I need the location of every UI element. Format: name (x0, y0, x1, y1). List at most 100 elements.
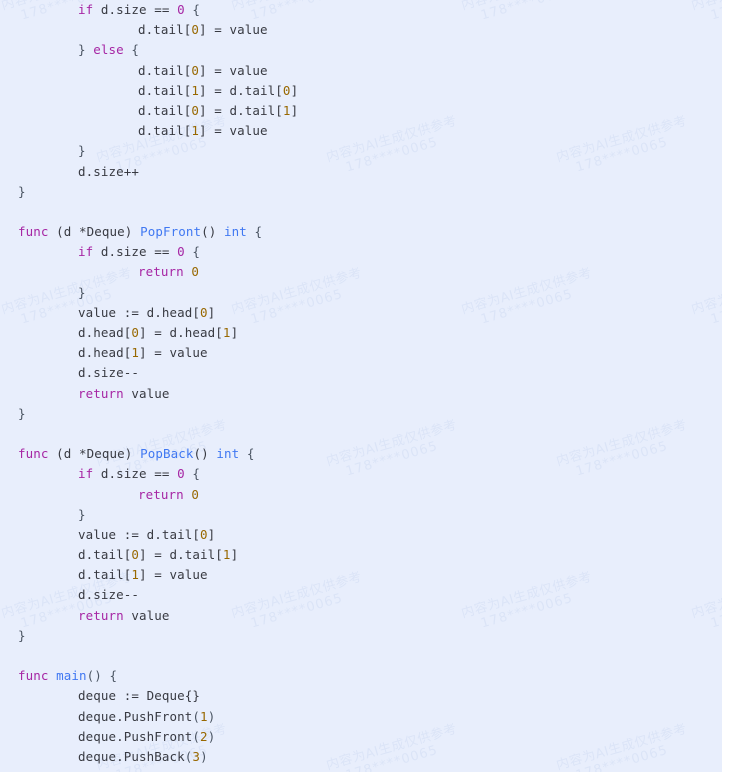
code-token: { (184, 2, 201, 17)
code-token: d.tail[ (138, 82, 192, 98)
code-token: 1 (222, 325, 231, 340)
code-token: if (78, 2, 94, 17)
code-token: d.size-- (78, 365, 140, 381)
code-token: } (78, 284, 86, 300)
code-token: 0 (191, 102, 200, 118)
code-token: ) (200, 748, 208, 764)
code-line: } (0, 505, 722, 525)
code-line: value := d.tail[0] (0, 525, 722, 545)
code-line: func (d *Deque) PopFront() int { (0, 222, 722, 242)
code-token: value := d.head[ (78, 304, 201, 320)
code-token: { (123, 42, 140, 58)
code-line: d.tail[0] = d.tail[1] (0, 545, 722, 565)
code-token: if (78, 466, 94, 482)
code-token: 1 (222, 547, 231, 563)
code-token: (d (48, 446, 80, 462)
code-token: 0 (200, 304, 208, 320)
code-token: { (239, 446, 255, 462)
code-token: ) (124, 224, 141, 240)
code-token: } (18, 405, 26, 421)
code-token: 3 (192, 748, 201, 764)
code-token: ] = d.tail[ (199, 82, 283, 98)
code-token: d.size == (93, 466, 178, 482)
code-token: return (78, 607, 124, 623)
code-token: d.size-- (78, 587, 140, 603)
code-line: deque := Deque{} (0, 686, 722, 706)
code-token: 1 (131, 567, 140, 583)
code-line: } (0, 626, 722, 646)
code-token: deque. (78, 748, 124, 764)
code-line: value := d.head[0] (0, 303, 722, 323)
code-line: } (0, 283, 722, 303)
code-line: d.tail[1] = d.tail[0] (0, 81, 722, 101)
code-token: } (78, 143, 86, 159)
code-token: d.head[ (78, 325, 132, 340)
code-token: 0 (191, 486, 200, 502)
code-line: func main() { (0, 666, 722, 686)
code-line: return value (0, 606, 722, 626)
code-token: d.head[ (78, 345, 132, 361)
code-line: } else { (0, 40, 722, 60)
code-token: ] = value (199, 62, 268, 78)
code-line: d.tail[1] = value (0, 565, 722, 585)
code-token: 0 (200, 526, 208, 542)
code-line: func (d *Deque) PopBack() int { (0, 444, 722, 464)
code-token: d.tail[ (138, 123, 192, 139)
code-token: value := d.tail[ (78, 526, 201, 542)
code-block[interactable]: if d.size == 0 {d.tail[0] = value} else … (0, 0, 722, 767)
code-line: deque.PushFront(2) (0, 727, 722, 747)
code-token: d.tail[ (78, 547, 132, 563)
code-token: () (201, 224, 224, 240)
code-token: () { (86, 668, 118, 684)
code-token: if (78, 244, 94, 260)
code-line: d.head[1] = value (0, 343, 722, 363)
code-token: ] = d.tail[ (139, 547, 223, 563)
code-line: d.size-- (0, 363, 722, 383)
code-token: deque := Deque{} (78, 688, 201, 704)
code-token: { (184, 466, 201, 482)
code-token: { (184, 244, 201, 260)
code-token: ) (124, 446, 141, 462)
code-token: ] (207, 526, 216, 542)
code-line: d.head[0] = d.head[1] (0, 323, 722, 343)
code-line: d.tail[0] = value (0, 61, 722, 81)
code-token: 1 (191, 123, 200, 139)
code-token: 2 (200, 728, 208, 744)
code-line: if d.size == 0 { (0, 242, 722, 262)
code-line: return value (0, 384, 722, 404)
code-token: ) (207, 728, 216, 744)
code-token: d.tail[ (78, 567, 132, 583)
code-token: ) (207, 708, 216, 724)
code-token: 0 (131, 325, 140, 340)
code-token: ] = value (139, 345, 208, 361)
code-line: d.size++ (0, 162, 722, 182)
code-token: ] (290, 82, 299, 98)
code-token: ] (230, 325, 239, 340)
code-token: 0 (177, 466, 185, 482)
code-token: } (18, 627, 26, 643)
code-line: if d.size == 0 { (0, 464, 722, 484)
code-token: int (216, 446, 240, 462)
code-token: value (123, 385, 170, 401)
code-token: func (18, 668, 49, 684)
code-token: 1 (191, 82, 200, 98)
code-token: return (78, 385, 124, 401)
code-token: d.size == (93, 2, 178, 17)
code-token: 1 (200, 708, 208, 724)
code-line: return 0 (0, 262, 722, 282)
code-token: ] = d.tail[ (199, 102, 283, 118)
code-token: ( (192, 728, 201, 744)
code-token: else (93, 42, 124, 58)
code-token: 1 (131, 345, 140, 361)
code-token: d.size++ (78, 163, 140, 179)
code-token: *Deque (79, 446, 125, 462)
code-token: ] = value (199, 123, 268, 139)
code-token: d.size == (93, 244, 178, 260)
code-token: 0 (131, 547, 140, 563)
code-token: return (138, 486, 184, 502)
code-line: d.tail[0] = value (0, 20, 722, 40)
code-token: () (193, 446, 217, 462)
code-token: 1 (282, 102, 291, 118)
